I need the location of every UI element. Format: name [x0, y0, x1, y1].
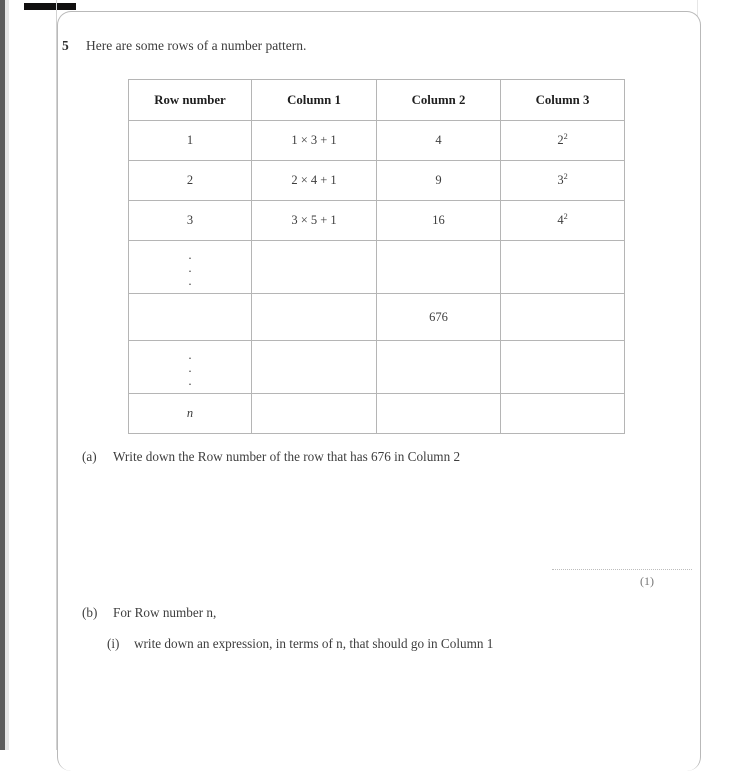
table-row: 2 2 × 4 + 1 9 32	[128, 160, 625, 201]
ellipsis-dot: .	[188, 246, 192, 262]
ellipsis-dot: .	[188, 272, 192, 288]
column-header-row-number: Row number	[128, 79, 252, 121]
column-header-column-1: Column 1	[251, 79, 377, 121]
cell-column-2	[376, 340, 501, 394]
table-body: 1 1 × 3 + 1 4 22 2 2 × 4 + 1 9 32 3 3 × …	[128, 120, 625, 434]
ellipsis-dot: .	[188, 372, 192, 388]
cell-column-1: 1 × 3 + 1	[251, 120, 377, 161]
cell-column-2: 4	[376, 120, 501, 161]
cell-row-number	[128, 293, 252, 341]
cell-column-1	[251, 340, 377, 394]
table-row-ellipsis: . . .	[128, 340, 625, 394]
cell-column-1	[251, 393, 377, 434]
cell-column-2: 676	[376, 293, 501, 341]
cell-column-3	[500, 240, 625, 294]
cell-column-2	[376, 393, 501, 434]
column-header-column-2: Column 2	[376, 79, 501, 121]
cell-column-3	[500, 293, 625, 341]
power-exponent: 2	[563, 131, 568, 141]
cell-row-number: 2	[128, 160, 252, 201]
cell-column-3: 22	[500, 120, 625, 161]
cell-row-number: 3	[128, 200, 252, 241]
cell-row-number-ellipsis: . . .	[128, 240, 252, 294]
cell-column-3	[500, 340, 625, 394]
question-part-a: (a) Write down the Row number of the row…	[82, 449, 460, 465]
cell-column-1: 2 × 4 + 1	[251, 160, 377, 201]
cell-column-2: 9	[376, 160, 501, 201]
question-part-b: (b) For Row number n,	[82, 605, 216, 621]
cell-column-1	[251, 293, 377, 341]
cell-column-3	[500, 393, 625, 434]
table-row-ellipsis: . . .	[128, 240, 625, 294]
registration-mark	[24, 3, 76, 10]
cell-column-3: 32	[500, 160, 625, 201]
table-row: 1 1 × 3 + 1 4 22	[128, 120, 625, 161]
power-exponent: 2	[563, 211, 568, 221]
exam-page-content: 5 Here are some rows of a number pattern…	[57, 11, 701, 750]
question-part-b-i: (i) write down an expression, in terms o…	[107, 636, 493, 652]
table-row: 3 3 × 5 + 1 16 42	[128, 200, 625, 241]
table-header-row: Row number Column 1 Column 2 Column 3	[128, 79, 625, 121]
cell-column-1	[251, 240, 377, 294]
table-row: 676	[128, 293, 625, 341]
ellipsis-dot: .	[188, 259, 192, 275]
part-b-label: (b)	[82, 605, 98, 620]
cell-column-3: 42	[500, 200, 625, 241]
cell-column-1: 3 × 5 + 1	[251, 200, 377, 241]
question-heading: 5 Here are some rows of a number pattern…	[62, 38, 682, 54]
number-pattern-table: Row number Column 1 Column 2 Column 3 1 …	[128, 79, 625, 434]
marks-badge-a: (1)	[640, 574, 654, 588]
cell-row-number-n: n	[128, 393, 252, 434]
table-row: n	[128, 393, 625, 434]
answer-line-a[interactable]	[552, 568, 692, 570]
part-a-text: Write down the Row number of the row tha…	[113, 449, 461, 464]
part-bi-text: write down an expression, in terms of n,…	[134, 636, 494, 651]
part-b-text: For Row number n,	[113, 605, 217, 620]
power-exponent: 2	[563, 171, 568, 181]
ellipsis-dot: .	[188, 346, 192, 362]
part-a-label: (a)	[82, 449, 97, 464]
cell-column-2	[376, 240, 501, 294]
question-number: 5	[62, 38, 69, 53]
part-bi-label: (i)	[107, 636, 120, 651]
cell-row-number: 1	[128, 120, 252, 161]
scan-edge-strip-inner	[5, 0, 9, 750]
question-stem: Here are some rows of a number pattern.	[86, 38, 307, 53]
column-header-column-3: Column 3	[500, 79, 625, 121]
ellipsis-dot: .	[188, 359, 192, 375]
cell-row-number-ellipsis: . . .	[128, 340, 252, 394]
cell-column-2: 16	[376, 200, 501, 241]
